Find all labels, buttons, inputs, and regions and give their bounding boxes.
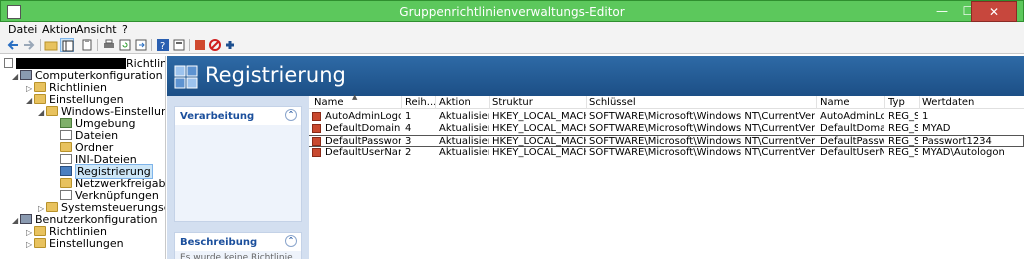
delete-icon[interactable] xyxy=(208,38,222,52)
registry-icon xyxy=(60,166,72,176)
print-icon[interactable] xyxy=(102,38,116,52)
shortcut-icon xyxy=(60,190,72,200)
expanded-arrow-icon[interactable]: ◢ xyxy=(38,107,46,119)
column-header-value-data[interactable]: Wertdaten xyxy=(922,97,1022,108)
table-row[interactable]: AutoAdminLogon 1 Aktualisieren HKEY_LOCA… xyxy=(309,111,1024,123)
expanded-arrow-icon[interactable]: ◢ xyxy=(26,95,34,107)
details-pane: Registrierung Verarbeitung ⌃ Beschreibun… xyxy=(167,56,1024,259)
tree-pane: Richtlinie ◢Computerkonfiguration ▷Richt… xyxy=(0,56,166,259)
up-folder-icon[interactable] xyxy=(44,38,58,52)
menu-file[interactable]: Datei xyxy=(8,23,37,36)
computer-icon xyxy=(20,70,32,80)
registry-item-icon xyxy=(312,124,321,133)
registry-item-icon xyxy=(312,137,321,146)
network-share-icon xyxy=(60,178,72,188)
folder-icon xyxy=(34,82,46,92)
column-header-hive[interactable]: Struktur xyxy=(492,97,586,108)
description-panel-header[interactable]: Beschreibung ⌃ xyxy=(175,233,301,251)
menu-view[interactable]: Ansicht xyxy=(76,23,117,36)
collapse-up-icon[interactable]: ⌃ xyxy=(285,109,297,121)
processing-panel-header[interactable]: Verarbeitung ⌃ xyxy=(175,107,301,125)
show-hide-tree-icon[interactable] xyxy=(60,38,74,52)
expanded-arrow-icon[interactable]: ◢ xyxy=(12,215,20,227)
menu-action[interactable]: Aktion xyxy=(42,23,77,36)
table-row[interactable]: DefaultUserName 2 Aktualisieren HKEY_LOC… xyxy=(309,147,1024,159)
new-item-icon[interactable] xyxy=(193,38,207,52)
collapse-up-icon[interactable]: ⌃ xyxy=(285,235,297,247)
collapsed-arrow-icon[interactable]: ▷ xyxy=(26,239,34,251)
environment-icon xyxy=(60,118,72,128)
window-title: Gruppenrichtlinienverwaltungs-Editor xyxy=(399,5,625,19)
task-sidebar: Verarbeitung ⌃ Beschreibung ⌃ Es wurde k… xyxy=(167,96,309,259)
file-icon xyxy=(60,130,72,140)
minimize-button[interactable]: — xyxy=(929,1,955,22)
tree-item-user-einstellungen[interactable]: ▷ Einstellungen xyxy=(26,238,124,250)
processing-panel: Verarbeitung ⌃ xyxy=(174,106,302,222)
policy-document-icon xyxy=(4,58,13,68)
properties-icon[interactable] xyxy=(172,38,186,52)
table-row[interactable]: DefaultDomainName 4 Aktualisieren HKEY_L… xyxy=(309,123,1024,135)
help-icon[interactable]: ? xyxy=(156,38,170,52)
svg-text:?: ? xyxy=(160,41,165,52)
user-icon xyxy=(20,214,32,224)
description-text: Es wurde keine Richtlinie xyxy=(180,253,293,259)
folder-icon xyxy=(34,226,46,236)
registry-header-icon xyxy=(173,64,199,90)
clipboard-icon[interactable] xyxy=(80,38,94,52)
title-bar: Gruppenrichtlinienverwaltungs-Editor — ☐… xyxy=(0,0,1024,22)
menu-bar: Datei Aktion Ansicht ? xyxy=(0,22,1024,36)
column-header-name[interactable]: Name xyxy=(314,97,402,108)
close-button[interactable]: ✕ xyxy=(971,1,1017,22)
header-band: Registrierung xyxy=(167,56,1024,96)
table-row[interactable]: DefaultPassword 3 Aktualisieren HKEY_LOC… xyxy=(309,135,1024,147)
page-title: Registrierung xyxy=(205,63,346,87)
sort-ascending-icon: ▲ xyxy=(352,93,358,101)
column-header-value-name[interactable]: Name xyxy=(820,97,884,108)
menu-help[interactable]: ? xyxy=(122,23,128,36)
redacted-policy-name xyxy=(16,58,126,69)
column-header-key[interactable]: Schlüssel xyxy=(589,97,815,108)
list-header: Name ▲ Reih... Aktion Struktur Schlüssel… xyxy=(309,93,1024,109)
folder-icon xyxy=(34,94,46,104)
back-icon[interactable] xyxy=(6,38,20,52)
toolbar: ? xyxy=(0,36,1024,54)
forward-icon[interactable] xyxy=(22,38,36,52)
column-header-type[interactable]: Typ xyxy=(888,97,918,108)
registry-items-list: Name ▲ Reih... Aktion Struktur Schlüssel… xyxy=(309,93,1024,259)
folder-icon xyxy=(46,202,58,212)
refresh-icon[interactable] xyxy=(118,38,132,52)
registry-item-icon xyxy=(312,148,321,157)
column-header-action[interactable]: Aktion xyxy=(439,97,489,108)
folder-icon xyxy=(46,106,58,116)
registry-item-icon xyxy=(312,112,321,121)
expanded-arrow-icon[interactable]: ◢ xyxy=(12,71,20,83)
folder-icon xyxy=(34,238,46,248)
export-icon[interactable] xyxy=(134,38,148,52)
description-panel: Beschreibung ⌃ Es wurde keine Richtlinie xyxy=(174,232,302,259)
add-icon[interactable] xyxy=(223,38,237,52)
ini-file-icon xyxy=(60,154,72,164)
column-header-order[interactable]: Reih... xyxy=(405,97,435,108)
folder-icon xyxy=(60,142,72,152)
